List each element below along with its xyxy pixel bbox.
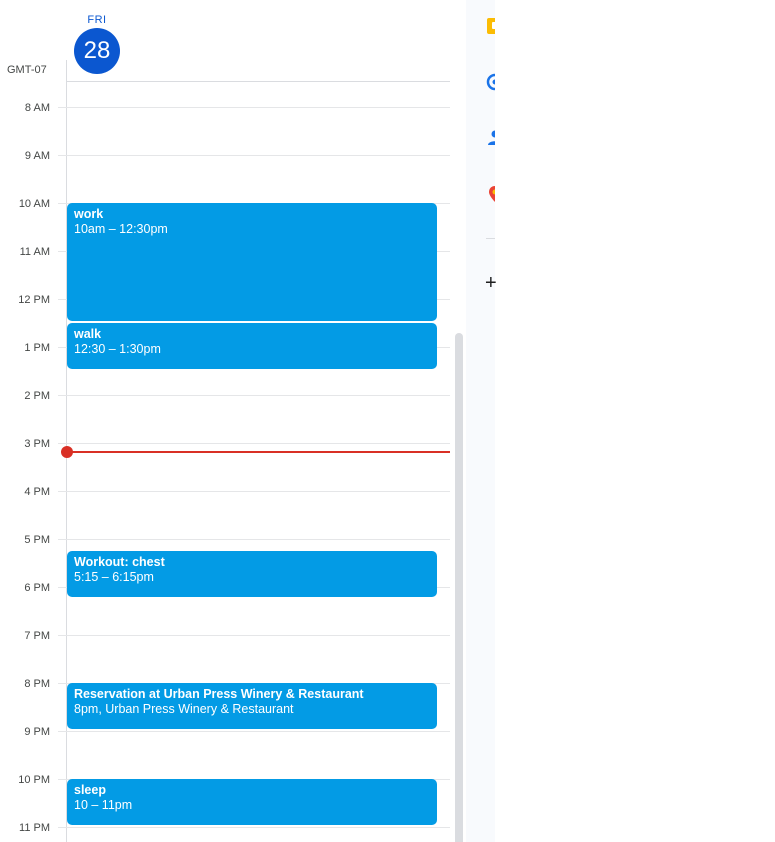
hour-label: 5 PM	[24, 534, 50, 546]
hour-gridline	[58, 155, 450, 156]
hour-gridline	[58, 731, 450, 732]
hour-label: 11 AM	[19, 246, 50, 258]
keep-icon[interactable]	[486, 17, 495, 35]
hour-gridline	[58, 491, 450, 492]
event-sleep[interactable]: sleep 10 – 11pm	[67, 779, 437, 825]
event-workout[interactable]: Workout: chest 5:15 – 6:15pm	[67, 551, 437, 597]
all-day-divider	[66, 81, 450, 82]
hour-label: 9 PM	[24, 726, 50, 738]
hour-label: 12 PM	[18, 294, 50, 306]
hour-label: 3 PM	[24, 438, 50, 450]
tasks-icon[interactable]	[486, 73, 495, 91]
hour-label: 9 AM	[24, 150, 50, 162]
event-time: 10 – 11pm	[74, 798, 133, 812]
contacts-icon[interactable]	[486, 129, 495, 147]
date-circle[interactable]: 28	[74, 28, 120, 74]
maps-icon[interactable]	[486, 185, 495, 203]
hour-label: 10 AM	[18, 198, 50, 210]
hour-gridline	[58, 539, 450, 540]
current-time-dot	[61, 446, 73, 458]
hour-label: 8 AM	[24, 102, 50, 114]
hour-label: 10 PM	[18, 774, 50, 786]
hour-label: 8 PM	[24, 678, 50, 690]
hour-label: 2 PM	[24, 390, 50, 402]
add-addon-button[interactable]: +	[485, 271, 497, 295]
event-walk[interactable]: walk 12:30 – 1:30pm	[67, 323, 437, 369]
event-title: Reservation at Urban Press Winery & Rest…	[74, 687, 364, 701]
weekday-label: FRI	[87, 14, 107, 26]
hour-label: 4 PM	[24, 486, 50, 498]
hour-gridline	[58, 107, 450, 108]
current-time-line	[67, 451, 450, 453]
hour-gridline	[58, 395, 450, 396]
hour-gridline	[58, 635, 450, 636]
side-panel-divider	[486, 238, 495, 239]
event-time: 5:15 – 6:15pm	[74, 570, 154, 584]
timezone-label: GMT-07	[7, 64, 47, 76]
hour-gridline	[58, 443, 450, 444]
side-panel: +	[466, 0, 497, 842]
event-reservation[interactable]: Reservation at Urban Press Winery & Rest…	[67, 683, 437, 729]
event-work[interactable]: work 10am – 12:30pm	[67, 203, 437, 321]
hour-label: 11 PM	[19, 822, 50, 834]
day-view: FRI 28 GMT-07 8 AM 9 AM 10 AM 11 AM 12 P…	[0, 0, 466, 842]
hour-gridline	[58, 827, 450, 828]
event-title: Workout: chest	[74, 555, 165, 569]
event-title: work	[74, 207, 104, 221]
event-time: 10am – 12:30pm	[74, 222, 168, 236]
day-header[interactable]: FRI 28	[74, 14, 120, 74]
scrollbar[interactable]	[455, 333, 463, 842]
hour-label: 7 PM	[24, 630, 50, 642]
event-time: 8pm, Urban Press Winery & Restaurant	[74, 702, 294, 716]
event-title: sleep	[74, 783, 106, 797]
event-title: walk	[74, 327, 102, 341]
hour-label: 6 PM	[24, 582, 50, 594]
hour-label: 1 PM	[24, 342, 50, 354]
event-time: 12:30 – 1:30pm	[74, 342, 161, 356]
